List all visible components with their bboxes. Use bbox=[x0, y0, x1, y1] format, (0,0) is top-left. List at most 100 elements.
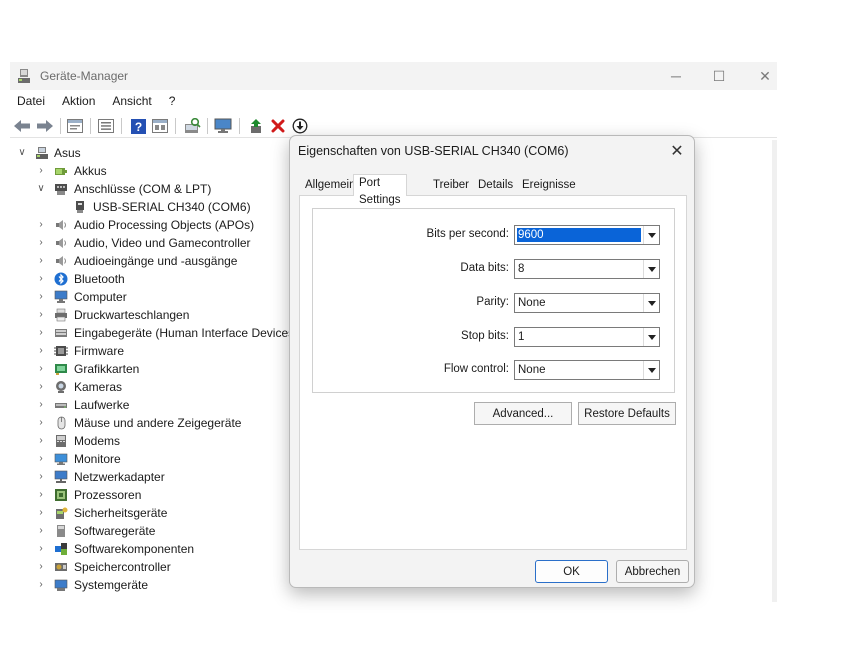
properties-dialog: Eigenschaften von USB-SERIAL CH340 (COM6… bbox=[289, 135, 695, 588]
expand-chevron-icon[interactable]: › bbox=[36, 252, 46, 270]
expand-chevron-icon[interactable]: › bbox=[36, 522, 46, 540]
help-icon[interactable]: ? bbox=[128, 116, 148, 136]
expand-chevron-icon[interactable]: › bbox=[36, 234, 46, 252]
firmware-icon bbox=[54, 344, 68, 358]
properties-icon[interactable] bbox=[65, 116, 85, 136]
bits-per-second-select[interactable]: 9600 bbox=[514, 225, 660, 245]
expand-chevron-icon[interactable]: › bbox=[36, 450, 46, 468]
tree-item-label: Audioeingänge und -ausgänge bbox=[74, 254, 238, 268]
collapse-chevron-icon[interactable]: ∨ bbox=[36, 180, 46, 198]
tab-details[interactable]: Details bbox=[472, 176, 519, 195]
toolbar-separator bbox=[207, 118, 208, 134]
computer-root-icon bbox=[35, 146, 49, 160]
cancel-button[interactable]: Abbrechen bbox=[616, 560, 689, 583]
expand-chevron-icon[interactable]: › bbox=[36, 468, 46, 486]
flow-control-select[interactable]: None bbox=[514, 360, 660, 380]
tree-item-label: Audio Processing Objects (APOs) bbox=[74, 218, 255, 232]
advanced-button[interactable]: Advanced... bbox=[474, 402, 572, 425]
port-settings-group: Bits per second: 9600 Data bits: 8 Parit… bbox=[312, 208, 675, 393]
tree-item-label: Druckwarteschlangen bbox=[74, 308, 190, 322]
speaker-icon bbox=[54, 218, 68, 232]
toolbar-separator bbox=[60, 118, 61, 134]
dropdown-arrow-icon[interactable] bbox=[643, 260, 659, 278]
expand-chevron-icon[interactable]: › bbox=[36, 378, 46, 396]
tab-ereignisse[interactable]: Ereignisse bbox=[516, 176, 582, 195]
list-view-icon[interactable] bbox=[96, 116, 116, 136]
bits-per-second-label: Bits per second: bbox=[426, 228, 509, 240]
dropdown-arrow-icon[interactable] bbox=[643, 226, 659, 244]
minimize-icon: ─ bbox=[671, 68, 681, 84]
download-driver-icon[interactable] bbox=[290, 116, 310, 136]
expand-chevron-icon[interactable]: › bbox=[36, 162, 46, 180]
processor-icon bbox=[54, 488, 68, 502]
tab-treiber[interactable]: Treiber bbox=[427, 176, 475, 195]
expand-chevron-icon[interactable]: › bbox=[36, 288, 46, 306]
expand-chevron-icon[interactable]: › bbox=[36, 540, 46, 558]
dropdown-arrow-icon[interactable] bbox=[643, 328, 659, 346]
ok-button[interactable]: OK bbox=[535, 560, 608, 583]
tree-item-label: Softwarekomponenten bbox=[74, 542, 195, 556]
enable-device-icon[interactable] bbox=[246, 116, 266, 136]
expand-chevron-icon[interactable]: › bbox=[36, 576, 46, 594]
speaker-icon bbox=[54, 236, 68, 250]
collapse-chevron-icon[interactable]: ∨ bbox=[17, 144, 27, 162]
usb-serial-icon bbox=[73, 200, 87, 214]
title-bar[interactable]: Geräte-Manager ─ ☐ ✕ bbox=[10, 62, 777, 90]
toolbar-separator bbox=[239, 118, 240, 134]
expand-chevron-icon[interactable]: › bbox=[36, 306, 46, 324]
expand-chevron-icon[interactable]: › bbox=[36, 396, 46, 414]
expand-chevron-icon[interactable]: › bbox=[36, 432, 46, 450]
tree-item-label: Audio, Video und Gamecontroller bbox=[74, 236, 251, 250]
window-title: Geräte-Manager bbox=[40, 69, 129, 83]
parity-label: Parity: bbox=[476, 296, 509, 308]
menu-help[interactable]: ? bbox=[168, 92, 177, 110]
restore-defaults-button[interactable]: Restore Defaults bbox=[578, 402, 676, 425]
expand-chevron-icon[interactable]: › bbox=[36, 270, 46, 288]
stop-bits-value: 1 bbox=[518, 331, 525, 343]
menu-ansicht[interactable]: Ansicht bbox=[111, 92, 152, 110]
menu-datei[interactable]: Datei bbox=[16, 92, 46, 110]
expand-chevron-icon[interactable]: › bbox=[36, 414, 46, 432]
tree-item-label: Grafikkarten bbox=[74, 362, 140, 376]
toolbar-separator bbox=[175, 118, 176, 134]
update-driver-icon[interactable] bbox=[150, 116, 170, 136]
dropdown-arrow-icon[interactable] bbox=[643, 294, 659, 312]
dialog-close-button[interactable]: ✕ bbox=[666, 140, 688, 162]
dropdown-arrow-icon[interactable] bbox=[643, 361, 659, 379]
expand-chevron-icon[interactable]: › bbox=[36, 216, 46, 234]
camera-icon bbox=[54, 380, 68, 394]
back-arrow-icon[interactable] bbox=[12, 116, 32, 136]
expand-chevron-icon[interactable]: › bbox=[36, 342, 46, 360]
tree-item-label: Anschlüsse (COM & LPT) bbox=[74, 182, 212, 196]
data-bits-value: 8 bbox=[518, 263, 525, 275]
menu-aktion[interactable]: Aktion bbox=[61, 92, 96, 110]
tree-item-label: Speichercontroller bbox=[74, 560, 171, 574]
menu-bar: Datei Aktion Ansicht ? bbox=[10, 90, 777, 112]
tree-item-label: Mäuse und andere Zeigegeräte bbox=[74, 416, 242, 430]
parity-select[interactable]: None bbox=[514, 293, 660, 313]
tree-item-label: Kameras bbox=[74, 380, 123, 394]
computer-icon bbox=[54, 290, 68, 304]
expand-chevron-icon[interactable]: › bbox=[36, 324, 46, 342]
tab-port-settings[interactable]: Port Settings bbox=[353, 174, 407, 206]
expand-chevron-icon[interactable]: › bbox=[36, 504, 46, 522]
data-bits-select[interactable]: 8 bbox=[514, 259, 660, 279]
expand-chevron-icon[interactable]: › bbox=[36, 558, 46, 576]
stop-bits-select[interactable]: 1 bbox=[514, 327, 660, 347]
scan-hardware-icon[interactable] bbox=[182, 116, 202, 136]
display-adapter-icon bbox=[54, 362, 68, 376]
monitor-icon bbox=[54, 452, 68, 466]
uninstall-icon[interactable] bbox=[268, 116, 288, 136]
tree-item-label: Eingabegeräte (Human Interface Devices) bbox=[74, 326, 299, 340]
minimize-button[interactable]: ─ bbox=[653, 62, 699, 90]
bluetooth-icon bbox=[54, 272, 68, 286]
expand-chevron-icon[interactable]: › bbox=[36, 486, 46, 504]
monitor-icon[interactable] bbox=[213, 116, 233, 136]
svg-text:?: ? bbox=[134, 120, 141, 134]
maximize-button[interactable]: ☐ bbox=[696, 62, 742, 90]
tree-scrollbar[interactable] bbox=[772, 140, 777, 602]
expand-chevron-icon[interactable]: › bbox=[36, 360, 46, 378]
flow-control-value: None bbox=[518, 364, 546, 376]
forward-arrow-icon[interactable] bbox=[35, 116, 55, 136]
close-button[interactable]: ✕ bbox=[742, 62, 777, 90]
